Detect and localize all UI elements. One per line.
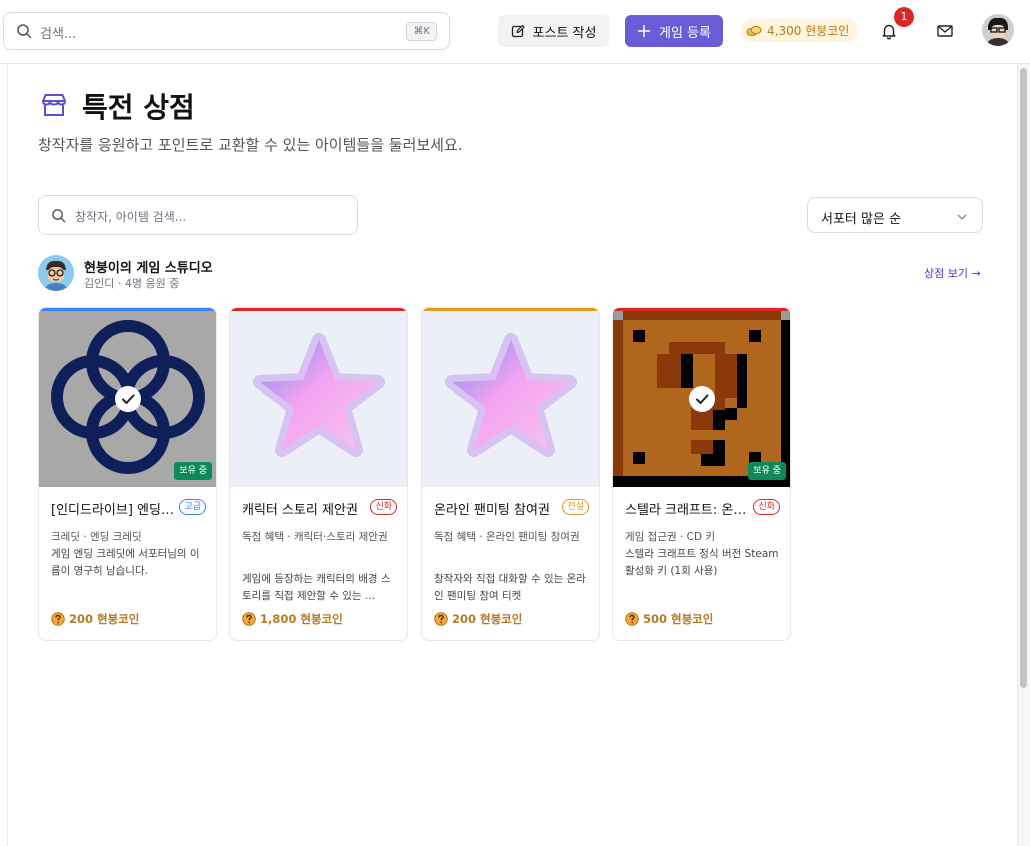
mail-icon[interactable] (936, 22, 954, 40)
question-coin-icon (625, 612, 639, 626)
shortcut-hint: ⌘K (406, 22, 437, 41)
top-bar: 검색... ⌘K 포스트 작성 게임 등록 4,300 현붕코인 1 (0, 0, 1030, 64)
notification-count-badge: 1 (894, 7, 914, 27)
view-store-link[interactable]: 상점 보기 → (924, 265, 981, 281)
item-price: 200 현붕코인 (434, 611, 522, 627)
item-name: [인디드라이브] 엔딩 크레딧 (51, 503, 176, 518)
item-category: 크레딧 · 엔딩 크레딧 (51, 531, 142, 543)
item-name: 스텔라 크래프트: 온라인 (625, 503, 750, 518)
coin-balance-badge[interactable]: 4,300 현붕코인 (740, 19, 859, 42)
check-icon (122, 394, 135, 404)
store-search-placeholder: 창작자, 아이템 검색... (75, 210, 187, 224)
edit-icon (511, 24, 525, 38)
item-price: 1,800 현붕코인 (242, 611, 343, 627)
tier-color-bar (613, 308, 790, 311)
question-coin-icon (434, 612, 448, 626)
item-card[interactable]: 보유 중 [인디드라이브] 엔딩 크레딧 고급 크레딧 · 엔딩 크레딧 게임 … (38, 307, 217, 641)
tier-badge: 신화 (370, 499, 397, 515)
item-price-label: 500 현붕코인 (643, 612, 714, 626)
tier-badge: 전설 (562, 499, 589, 515)
item-card[interactable]: 온라인 팬미팅 참여권 전설 독점 혜택 · 온라인 팬미팅 참여권 창작자와 … (421, 307, 600, 641)
item-description: 창작자와 직접 대화할 수 있는 온라인 팬미팅 참여 티켓 (434, 573, 586, 602)
item-category: 게임 접근권 · CD 키 (625, 531, 716, 543)
owned-check-mark (689, 386, 715, 412)
tier-color-bar (230, 308, 407, 311)
item-price: 500 현붕코인 (625, 611, 713, 627)
user-avatar-image (982, 14, 1014, 46)
item-description: 게임 엔딩 크레딧에 서포터님의 이름이 영구히 남습니다. (51, 548, 200, 577)
item-image (230, 308, 407, 487)
plus-icon (637, 24, 651, 38)
tier-badge: 고급 (179, 499, 206, 515)
owned-badge: 보유 중 (174, 462, 212, 480)
page-subtitle: 창작자를 응원하고 포인트로 교환할 수 있는 아이템들을 둘러보세요. (38, 136, 463, 154)
tier-badge: 신화 (753, 499, 780, 515)
coin-balance: 4,300 현붕코인 (767, 24, 850, 38)
search-icon (17, 24, 32, 39)
owned-check-mark (115, 386, 141, 412)
search-icon (52, 209, 66, 223)
item-price-label: 200 현붕코인 (69, 612, 140, 626)
store-icon (42, 94, 66, 116)
sort-select[interactable]: 서포터 많은 순 (807, 197, 983, 233)
coin-icon (746, 25, 762, 36)
tier-color-bar (422, 308, 599, 311)
write-post-button[interactable]: 포스트 작성 (498, 15, 609, 47)
page-title: 특전 상점 (82, 91, 195, 124)
creator-meta: 김인디 · 4명 응원 중 (84, 277, 180, 290)
question-coin-icon (242, 612, 256, 626)
creator-avatar[interactable] (38, 255, 74, 291)
item-description: 게임에 등장하는 캐릭터의 배경 스토리를 직접 제안할 수 있는 ... (242, 573, 391, 602)
store-search-input[interactable]: 창작자, 아이템 검색... (38, 195, 358, 235)
creator-name: 현붕이의 게임 스튜디오 (84, 261, 213, 276)
user-avatar[interactable] (982, 14, 1014, 46)
item-price-label: 200 현붕코인 (452, 612, 523, 626)
item-category: 독점 혜택 · 캐릭터·스토리 제안권 (242, 531, 388, 543)
item-name: 캐릭터 스토리 제안권 (242, 503, 358, 518)
check-icon (696, 394, 709, 404)
tier-color-bar (39, 308, 216, 311)
item-description: 스텔라 크래프트 정식 버전 Steam 활성화 키 (1회 사용) (625, 548, 779, 577)
item-card[interactable]: 보유 중 스텔라 크래프트: 온라인 신화 게임 접근권 · CD 키 스텔라 … (612, 307, 791, 641)
item-price: 200 현붕코인 (51, 611, 139, 627)
global-search-input[interactable]: 검색... ⌘K (3, 12, 450, 50)
write-post-label: 포스트 작성 (532, 25, 597, 41)
item-price-label: 1,800 현붕코인 (260, 612, 343, 626)
item-image (422, 308, 599, 487)
scrollbar-thumb[interactable] (1020, 68, 1027, 688)
owned-badge: 보유 중 (748, 462, 786, 480)
chevron-down-icon (957, 214, 967, 220)
register-game-label: 게임 등록 (659, 25, 711, 41)
star-image (422, 308, 599, 487)
bell-icon[interactable] (880, 22, 898, 40)
register-game-button[interactable]: 게임 등록 (625, 15, 723, 47)
question-coin-icon (51, 612, 65, 626)
item-name: 온라인 팬미팅 참여권 (434, 503, 550, 518)
star-image (230, 308, 407, 487)
creator-avatar-image (38, 255, 74, 291)
sort-value: 서포터 많은 순 (821, 212, 902, 227)
item-card[interactable]: 캐릭터 스토리 제안권 신화 독점 혜택 · 캐릭터·스토리 제안권 게임에 등… (229, 307, 408, 641)
item-category: 독점 혜택 · 온라인 팬미팅 참여권 (434, 531, 580, 543)
search-placeholder: 검색... (40, 27, 77, 42)
